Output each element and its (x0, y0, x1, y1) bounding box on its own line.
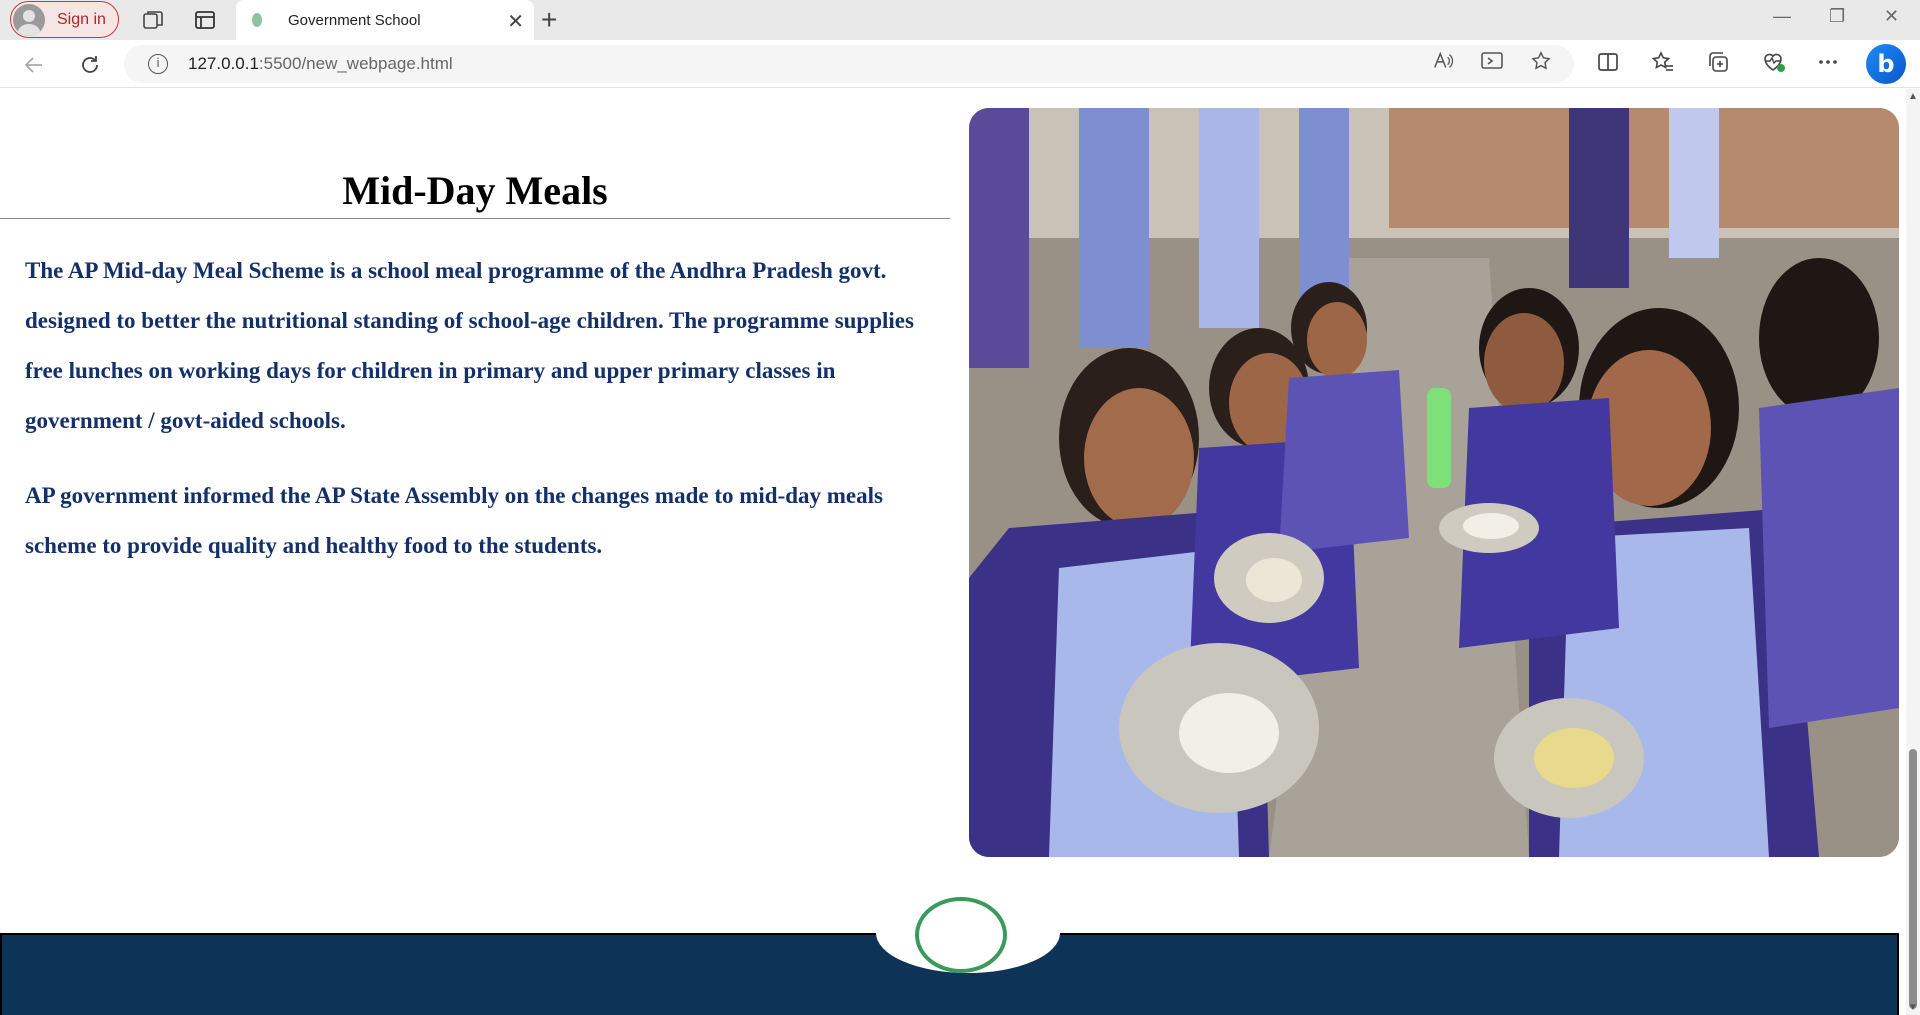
sign-in-button[interactable]: Sign in (10, 1, 119, 38)
scrollbar-thumb[interactable] (1909, 749, 1917, 1009)
workspaces-icon[interactable] (141, 8, 165, 32)
tab-actions-icon[interactable] (193, 8, 217, 32)
paragraph-scheme-description: The AP Mid-day Meal Scheme is a school m… (25, 258, 914, 433)
paragraph-assembly-update: AP government informed the AP State Asse… (25, 483, 883, 558)
more-options-icon[interactable] (1816, 50, 1840, 74)
sign-in-label: Sign in (57, 10, 106, 28)
tab-strip: Sign in Government School ✕ + — ❐ ✕ (0, 0, 1920, 40)
site-info-icon[interactable]: i (148, 54, 168, 74)
copilot-icon[interactable]: b (1866, 44, 1906, 84)
heading-divider (0, 218, 950, 219)
url-host: 127.0.0.1 (188, 54, 259, 73)
scroll-down-arrow-icon[interactable]: ▼ (1908, 1002, 1918, 1013)
reload-icon[interactable] (78, 53, 102, 77)
tab-title: Government School (288, 11, 421, 29)
add-favorite-star-icon[interactable] (1530, 50, 1552, 72)
address-bar[interactable]: i 127.0.0.1 :5500/new_webpage.html (124, 45, 1574, 83)
restore-icon[interactable]: ❐ (1829, 6, 1845, 27)
section-heading: Mid-Day Meals (342, 168, 608, 213)
close-window-icon[interactable]: ✕ (1884, 6, 1899, 27)
profile-avatar-icon (13, 3, 45, 36)
read-aloud-icon[interactable] (1432, 50, 1454, 72)
minimize-icon[interactable]: — (1773, 6, 1791, 27)
performance-heart-icon[interactable] (1761, 50, 1787, 74)
close-tab-icon[interactable]: ✕ (507, 9, 524, 34)
government-emblem-logo (876, 893, 1060, 973)
site-favicon-icon (252, 13, 262, 27)
webpage-viewport: Mid-Day Meals The AP Mid-day Meal Scheme… (0, 89, 1906, 1015)
emblem-seal-ring (915, 897, 1007, 973)
students-eating-photo (969, 108, 1899, 857)
back-arrow-icon[interactable] (22, 53, 46, 77)
tab-government-school[interactable]: Government School ✕ (236, 0, 534, 40)
collections-icon[interactable] (1706, 50, 1730, 74)
url-path: :5500/new_webpage.html (258, 54, 453, 73)
favorites-icon[interactable] (1651, 50, 1675, 74)
browser-toolbar: i 127.0.0.1 :5500/new_webpage.html b (0, 40, 1920, 88)
new-tab-button[interactable]: + (541, 4, 557, 36)
scroll-up-arrow-icon[interactable]: ▲ (1908, 91, 1918, 102)
immersive-reader-icon[interactable] (1480, 50, 1504, 72)
split-screen-icon[interactable] (1596, 50, 1620, 74)
vertical-scrollbar[interactable]: ▲ ▼ (1906, 89, 1920, 1015)
